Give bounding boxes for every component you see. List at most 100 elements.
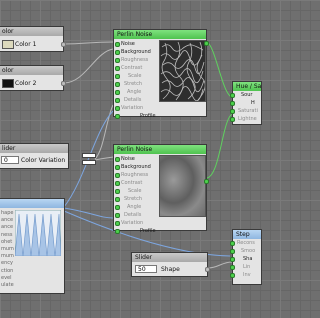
- port-dot-icon[interactable]: [115, 189, 120, 194]
- perlin1-port-scale[interactable]: Scale: [115, 72, 158, 80]
- wire-slider-to-perlin2: [94, 156, 114, 161]
- port-dot-icon[interactable]: [115, 197, 120, 202]
- port-dot-icon[interactable]: [230, 109, 235, 114]
- port-dot-icon[interactable]: [230, 93, 235, 98]
- shape-output-port[interactable]: [205, 267, 210, 272]
- port-dot-icon[interactable]: [230, 257, 235, 262]
- perlin1-port-background[interactable]: Background: [115, 48, 158, 56]
- profile-node[interactable]: hape ance ance ness ohet mum mum ency ct…: [0, 198, 65, 294]
- perlin1-port-roughness[interactable]: Roughness: [115, 56, 158, 64]
- perlin1-port-variation[interactable]: Variation: [115, 104, 158, 112]
- perlin2-port-angle[interactable]: Angle: [115, 203, 158, 211]
- wire-color1-to-perlin1: [63, 41, 114, 45]
- perlin1-port-angle[interactable]: Angle: [115, 88, 158, 96]
- shape-value[interactable]: 50: [135, 265, 157, 273]
- port-dot-icon[interactable]: [115, 205, 120, 210]
- hue-saturation-node[interactable]: Hue / Sa Sour H Saturati Lightne: [230, 81, 262, 125]
- color-variation-label: Color Variation: [21, 157, 66, 164]
- perlin2-port-variation[interactable]: Variation: [115, 219, 158, 227]
- slider1-header[interactable]: lider: [0, 144, 68, 153]
- color-variation-slider-node[interactable]: lider 0 Color Variation: [0, 143, 69, 169]
- wire-slider2-to-step: [207, 261, 233, 269]
- port-dot-icon[interactable]: [115, 66, 120, 71]
- perlin2-port-background[interactable]: Background: [115, 163, 158, 171]
- wire-slider-to-perlin1: [94, 104, 114, 160]
- perlin1-port-details[interactable]: Details: [115, 96, 158, 104]
- perlin2-output-port[interactable]: [204, 179, 209, 184]
- color1-swatch[interactable]: [2, 40, 14, 49]
- port-dot-icon[interactable]: [230, 249, 235, 254]
- port-dot-icon[interactable]: [115, 213, 120, 218]
- port-dot-icon[interactable]: [115, 74, 120, 79]
- color2-output-port[interactable]: [61, 81, 66, 86]
- wire-profile-to-perlin1: [63, 110, 114, 208]
- variation-output-bottom[interactable]: [82, 160, 96, 165]
- port-dot-icon[interactable]: [115, 82, 120, 87]
- perlin2-header[interactable]: Perlin Noise: [114, 145, 206, 154]
- port-dot-icon[interactable]: [115, 90, 120, 95]
- step-port-linear[interactable]: Lin: [230, 263, 261, 271]
- port-dot-icon[interactable]: [115, 42, 120, 47]
- hue-port-source[interactable]: Sour: [230, 91, 261, 99]
- port-dot-icon[interactable]: [115, 114, 120, 119]
- step-port-shape[interactable]: Sha: [230, 255, 261, 263]
- perlin2-port-roughness[interactable]: Roughness: [115, 171, 158, 179]
- perlin2-port-contrast[interactable]: Contrast: [115, 179, 158, 187]
- perlin2-port-scale[interactable]: Scale: [115, 187, 158, 195]
- perlin1-port-profile[interactable]: Profile: [115, 112, 158, 120]
- hue-header[interactable]: Hue / Sa: [233, 82, 261, 91]
- port-dot-icon[interactable]: [230, 117, 235, 122]
- shape-label: Shape: [161, 266, 180, 273]
- hue-port-saturation[interactable]: Saturati: [230, 107, 261, 115]
- color2-swatch[interactable]: [2, 79, 14, 88]
- perlin1-port-stretch[interactable]: Stretch: [115, 80, 158, 88]
- port-dot-icon[interactable]: [115, 157, 120, 162]
- perlin-noise-node-1[interactable]: Perlin Noise Noise Background Roughness …: [113, 29, 209, 120]
- perlin1-output-port[interactable]: [204, 41, 209, 46]
- port-dot-icon[interactable]: [115, 98, 120, 103]
- perlin2-port-stretch[interactable]: Stretch: [115, 195, 158, 203]
- perlin2-port-details[interactable]: Details: [115, 211, 158, 219]
- step-node[interactable]: Step Recons Smoo Sha Lin Inv: [230, 229, 262, 285]
- color2-label: Color 2: [15, 80, 37, 87]
- port-dot-icon[interactable]: [115, 50, 120, 55]
- perlin1-port-noise[interactable]: Noise: [115, 40, 158, 48]
- port-dot-icon[interactable]: [115, 165, 120, 170]
- color-variation-value[interactable]: 0: [1, 156, 19, 164]
- step-port-smooth[interactable]: Smoo: [230, 247, 261, 255]
- color1-node[interactable]: olor Color 1: [0, 26, 66, 52]
- color1-label: Color 1: [15, 41, 37, 48]
- perlin1-header[interactable]: Perlin Noise: [114, 30, 206, 39]
- slider2-header[interactable]: Slider: [132, 253, 207, 262]
- step-port-reconstruct[interactable]: Recons: [230, 239, 261, 247]
- port-dot-icon[interactable]: [115, 229, 120, 234]
- port-dot-icon[interactable]: [115, 181, 120, 186]
- profile-header[interactable]: [0, 199, 64, 208]
- port-dot-icon[interactable]: [230, 241, 235, 246]
- port-dot-icon[interactable]: [115, 173, 120, 178]
- color1-node-header[interactable]: olor: [0, 27, 63, 36]
- color2-node[interactable]: olor Color 2: [0, 65, 66, 91]
- port-dot-icon[interactable]: [115, 58, 120, 63]
- port-dot-icon[interactable]: [115, 106, 120, 111]
- color1-output-port[interactable]: [61, 42, 66, 47]
- hue-port-hue[interactable]: H: [230, 99, 261, 107]
- wire-perlin1-to-hue: [205, 41, 233, 98]
- port-dot-icon[interactable]: [230, 273, 235, 278]
- perlin1-port-contrast[interactable]: Contrast: [115, 64, 158, 72]
- port-dot-icon[interactable]: [115, 221, 120, 226]
- profile-waveform-preview: [15, 210, 61, 256]
- wire-perlin2-to-hue: [205, 113, 233, 179]
- perlin-noise-node-2[interactable]: Perlin Noise Noise Background Roughness …: [113, 144, 209, 234]
- step-header[interactable]: Step: [233, 230, 261, 239]
- perlin2-port-profile[interactable]: Profile: [115, 227, 158, 235]
- perlin2-port-noise[interactable]: Noise: [115, 155, 158, 163]
- perlin1-texture-preview: [159, 40, 206, 102]
- variation-output-top[interactable]: [82, 153, 96, 158]
- step-port-invert[interactable]: Inv: [230, 271, 261, 279]
- color2-node-header[interactable]: olor: [0, 66, 63, 75]
- port-dot-icon[interactable]: [230, 265, 235, 270]
- shape-slider-node[interactable]: Slider 50 Shape: [131, 252, 210, 277]
- port-dot-icon[interactable]: [230, 101, 235, 106]
- hue-port-lightness[interactable]: Lightne: [230, 115, 261, 123]
